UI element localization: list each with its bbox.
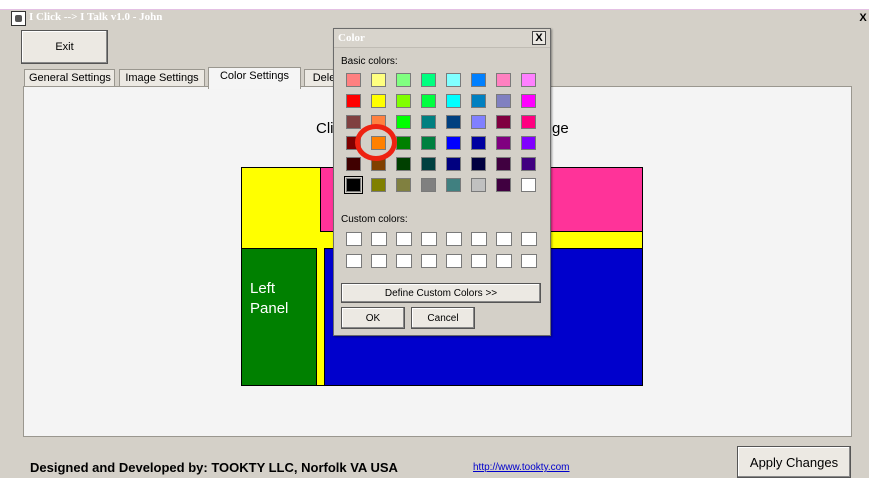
basic-color-swatch[interactable] [496,157,511,171]
custom-color-swatch[interactable] [521,232,537,246]
custom-color-swatch[interactable] [446,232,462,246]
apply-changes-button[interactable]: Apply Changes [737,446,851,478]
app-icon [11,11,26,26]
basic-color-swatch[interactable] [371,136,386,150]
custom-color-swatch[interactable] [471,254,487,268]
window-title: I Click --> I Talk v1.0 - John [29,11,163,23]
custom-color-swatch[interactable] [496,254,512,268]
custom-color-swatch[interactable] [396,232,412,246]
top-edge [0,0,869,10]
basic-color-swatch[interactable] [471,115,486,129]
tab-color-settings[interactable]: Color Settings [208,67,301,89]
custom-color-swatch[interactable] [396,254,412,268]
custom-color-swatch[interactable] [471,232,487,246]
ok-button[interactable]: OK [341,307,405,329]
custom-colors-label: Custom colors: [341,214,408,225]
custom-color-swatch[interactable] [346,254,362,268]
basic-color-swatch[interactable] [346,73,361,87]
basic-color-swatch[interactable] [471,94,486,108]
panel-instruction-end: ge [552,120,569,137]
footer-credit: Designed and Developed by: TOOKTY LLC, N… [30,460,398,475]
basic-color-swatch[interactable] [346,157,361,171]
basic-color-swatch[interactable] [521,115,536,129]
color-dialog-title: Color [338,32,365,44]
custom-color-swatch[interactable] [421,254,437,268]
basic-color-swatch[interactable] [371,73,386,87]
basic-color-swatch[interactable] [446,73,461,87]
basic-color-swatch[interactable] [421,73,436,87]
basic-color-swatch[interactable] [496,94,511,108]
window-close-button[interactable]: X [857,12,869,25]
basic-color-swatch[interactable] [471,157,486,171]
basic-color-swatch[interactable] [396,136,411,150]
color-dialog-titlebar: Color X [334,29,550,48]
basic-color-swatch[interactable] [396,178,411,192]
basic-color-swatch[interactable] [521,157,536,171]
basic-color-swatch[interactable] [421,115,436,129]
basic-color-swatch[interactable] [446,94,461,108]
basic-color-swatch[interactable] [446,115,461,129]
left-panel-label: Left Panel [250,280,289,317]
basic-color-swatch[interactable] [421,178,436,192]
panel-instruction-start: Cli [316,120,334,137]
basic-color-swatch[interactable] [446,157,461,171]
basic-color-swatch[interactable] [446,136,461,150]
basic-color-swatch[interactable] [396,115,411,129]
basic-color-swatch[interactable] [396,94,411,108]
basic-color-swatch[interactable] [396,73,411,87]
basic-color-swatch[interactable] [421,94,436,108]
basic-color-swatch[interactable] [496,136,511,150]
color-dialog-close-button[interactable]: X [532,31,546,45]
tab-general-settings[interactable]: General Settings [24,69,115,87]
basic-color-swatch[interactable] [346,115,361,129]
custom-color-swatch[interactable] [371,254,387,268]
basic-color-swatch[interactable] [371,178,386,192]
basic-color-swatch[interactable] [421,157,436,171]
basic-color-swatch[interactable] [521,178,536,192]
basic-color-swatch[interactable] [396,157,411,171]
basic-color-swatch[interactable] [521,73,536,87]
basic-color-swatch[interactable] [471,136,486,150]
basic-color-swatch[interactable] [421,136,436,150]
custom-color-swatch[interactable] [521,254,537,268]
footer-website-link[interactable]: http://www.tookty.com [473,462,570,473]
basic-color-swatch[interactable] [346,94,361,108]
color-dialog: Color X Basic colors: Custom colors: Def… [333,28,551,336]
layout-left-panel[interactable]: Left Panel [242,248,317,385]
tab-image-settings[interactable]: Image Settings [119,69,205,87]
basic-color-swatch[interactable] [371,157,386,171]
basic-color-swatch[interactable] [496,73,511,87]
basic-colors-label: Basic colors: [341,56,398,67]
custom-color-swatch[interactable] [496,232,512,246]
define-custom-colors-button[interactable]: Define Custom Colors >> [341,283,541,303]
custom-color-swatch[interactable] [446,254,462,268]
basic-color-swatch[interactable] [496,115,511,129]
basic-color-swatch[interactable] [371,115,386,129]
custom-color-swatch[interactable] [371,232,387,246]
custom-color-swatch[interactable] [421,232,437,246]
exit-button[interactable]: Exit [21,30,108,64]
basic-color-swatch[interactable] [344,176,363,194]
custom-color-swatch[interactable] [346,232,362,246]
basic-color-swatch[interactable] [371,94,386,108]
basic-color-swatch[interactable] [471,73,486,87]
basic-color-swatch[interactable] [521,94,536,108]
window-titlebar: I Click --> I Talk v1.0 - John X [0,10,869,29]
basic-color-swatch[interactable] [521,136,536,150]
basic-color-swatch[interactable] [496,178,511,192]
cancel-button[interactable]: Cancel [411,307,475,329]
basic-color-swatch[interactable] [346,136,361,150]
basic-color-swatch[interactable] [446,178,461,192]
basic-color-swatch[interactable] [471,178,486,192]
